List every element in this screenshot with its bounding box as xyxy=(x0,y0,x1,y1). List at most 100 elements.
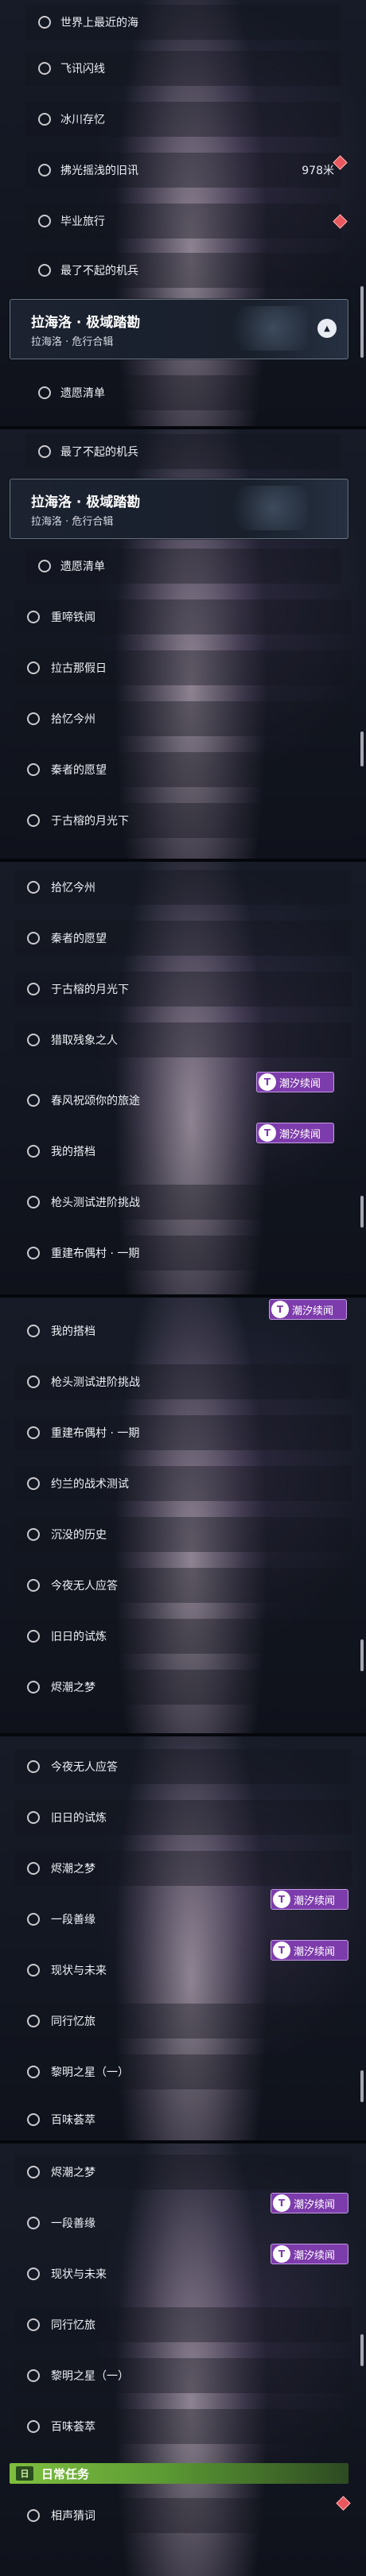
quest-group-header[interactable]: 拉海洛 · 极域踏勘 拉海洛 · 危行合辑 ▲ xyxy=(10,299,348,359)
circle-outline-icon xyxy=(27,2113,40,2126)
quest-label: 拂光摇浅的旧讯 xyxy=(60,165,138,177)
circle-outline-icon xyxy=(27,1094,40,1107)
quest-label: 烬潮之梦 xyxy=(51,2167,95,2179)
quest-item[interactable]: 猎取残象之人 xyxy=(0,1018,366,1062)
quest-label: 旧日的试炼 xyxy=(51,1812,107,1825)
quest-item[interactable]: 百味荟萃 xyxy=(0,2404,366,2449)
circle-outline-icon xyxy=(27,1681,40,1693)
scrollbar-thumb[interactable] xyxy=(360,286,364,358)
quest-item[interactable]: 重建布偶村 · 一期 xyxy=(0,1410,366,1455)
scrollbar-thumb[interactable] xyxy=(360,731,364,766)
scrollbar-thumb[interactable] xyxy=(360,1196,364,1228)
quest-label: 同行忆旅 xyxy=(51,2015,95,2028)
quest-item[interactable]: 旧日的试炼 xyxy=(0,1614,366,1658)
circle-outline-icon xyxy=(27,814,40,827)
quest-item[interactable]: 烬潮之梦 xyxy=(0,2150,366,2194)
quest-item[interactable]: 烬潮之梦 xyxy=(0,1665,366,1709)
circle-outline-icon xyxy=(27,1862,40,1875)
circle-outline-icon xyxy=(27,1426,40,1439)
quest-item[interactable]: 遗愿清单 xyxy=(0,544,366,588)
quest-item[interactable]: 一段善缘 xyxy=(0,2201,366,2245)
quest-label: 重啼铁闻 xyxy=(51,611,95,624)
quest-item[interactable]: 我的搭档 xyxy=(0,1309,366,1353)
circle-outline-icon xyxy=(27,1913,40,1926)
scrollbar-thumb[interactable] xyxy=(360,1639,364,1671)
quest-item[interactable]: 烬潮之梦 xyxy=(0,1846,366,1891)
screen-segment-5: 今夜无人应答 旧日的试炼 烬潮之梦 T 潮汐续闻 一段善缘 T 潮汐续闻 现状与… xyxy=(0,1736,366,2140)
quest-item[interactable]: 最了不起的机兵 xyxy=(0,248,366,293)
quest-label: 烬潮之梦 xyxy=(51,1863,95,1876)
circle-outline-icon xyxy=(27,1964,40,1977)
quest-item[interactable]: 枪头测试进阶挑战 xyxy=(0,1180,366,1224)
quest-label: 今夜无人应答 xyxy=(51,1761,118,1774)
quest-item[interactable]: 重啼铁闻 xyxy=(0,595,366,639)
quest-item[interactable]: 同行忆旅 xyxy=(0,2302,366,2347)
quest-item[interactable]: 今夜无人应答 xyxy=(0,1563,366,1608)
quest-item[interactable]: 枪头测试进阶挑战 xyxy=(0,1360,366,1404)
circle-outline-icon xyxy=(27,1325,40,1337)
quest-item[interactable]: 重建布偶村 · 一期 xyxy=(0,1231,366,1275)
calendar-icon: 日 xyxy=(16,2466,33,2481)
quest-item[interactable]: 世界上最近的海 xyxy=(0,0,366,45)
circle-outline-icon xyxy=(27,1034,40,1046)
quest-item[interactable]: 旧日的试炼 xyxy=(0,1795,366,1840)
quest-item[interactable]: 拉古那假日 xyxy=(0,646,366,690)
quest-label: 约兰的战术测试 xyxy=(51,1478,129,1491)
quest-item[interactable]: 春风祝颂你的旅途 xyxy=(0,1078,366,1123)
circle-outline-icon xyxy=(38,445,51,458)
header-glow xyxy=(220,306,308,351)
quest-label: 秦者的愿望 xyxy=(51,933,107,945)
group-subtitle: 拉海洛 · 危行合辑 xyxy=(31,516,114,528)
quest-item[interactable]: 现状与未来 xyxy=(0,2252,366,2296)
quest-item[interactable]: 秦者的愿望 xyxy=(0,916,366,960)
quest-item[interactable]: 同行忆旅 xyxy=(0,1999,366,2043)
scrollbar-thumb[interactable] xyxy=(360,2334,364,2366)
quest-item[interactable]: 飞讯闪线 xyxy=(0,46,366,91)
quest-label: 于古榕的月光下 xyxy=(51,815,129,828)
quest-item[interactable]: 拂光摇浅的旧讯 978米 xyxy=(0,148,366,192)
circle-outline-icon xyxy=(38,264,51,277)
quest-item[interactable]: 冰川存忆 xyxy=(0,97,366,142)
circle-outline-icon xyxy=(27,2268,40,2280)
quest-item[interactable]: 拾忆今州 xyxy=(0,696,366,741)
quest-item[interactable]: 于古榕的月光下 xyxy=(0,967,366,1011)
quest-item[interactable]: 拾忆今州 xyxy=(0,865,366,910)
chevron-up-icon[interactable]: ▲ xyxy=(317,319,337,338)
scrollbar-thumb[interactable] xyxy=(360,2070,364,2102)
quest-item[interactable]: 黎明之星（一） xyxy=(0,2050,366,2094)
quest-item[interactable]: 于古榕的月光下 xyxy=(0,798,366,843)
quest-label: 现状与未来 xyxy=(51,1965,107,1977)
quest-label: 枪头测试进阶挑战 xyxy=(51,1376,140,1389)
circle-outline-icon xyxy=(27,712,40,725)
circle-outline-icon xyxy=(38,386,51,399)
quest-label: 一段善缘 xyxy=(51,1914,95,1926)
distance-label: 978米 xyxy=(302,165,334,177)
circle-outline-icon xyxy=(27,983,40,995)
quest-item[interactable]: 约兰的战术测试 xyxy=(0,1461,366,1506)
circle-outline-icon xyxy=(27,1811,40,1824)
quest-label: 烬潮之梦 xyxy=(51,1682,95,1694)
quest-label: 相声猜词 xyxy=(51,2510,95,2523)
quest-item[interactable]: 黎明之星（一） xyxy=(0,2353,366,2398)
quest-label: 遗愿清单 xyxy=(60,561,105,573)
circle-outline-icon xyxy=(38,215,51,227)
quest-item[interactable]: 一段善缘 xyxy=(0,1897,366,1942)
circle-outline-icon xyxy=(27,2509,40,2522)
quest-item[interactable]: 百味荟萃 xyxy=(0,2104,366,2136)
quest-item[interactable]: 最了不起的机兵 xyxy=(0,429,366,474)
quest-item[interactable]: 遗愿清单 xyxy=(0,370,366,415)
quest-label: 最了不起的机兵 xyxy=(60,265,138,277)
quest-item[interactable]: 现状与未来 xyxy=(0,1948,366,1992)
circle-outline-icon xyxy=(27,2318,40,2331)
quest-item[interactable]: 秦者的愿望 xyxy=(0,747,366,792)
quest-label: 重建布偶村 · 一期 xyxy=(51,1247,140,1260)
quest-label: 拉古那假日 xyxy=(51,662,107,675)
quest-item[interactable]: 今夜无人应答 xyxy=(0,1744,366,1789)
quest-group-header[interactable]: 拉海洛 · 极域踏勘 拉海洛 · 危行合辑 xyxy=(10,479,348,539)
quest-item[interactable]: 我的搭档 xyxy=(0,1129,366,1174)
quest-item[interactable]: 毕业旅行 xyxy=(0,199,366,243)
quest-label: 猎取残象之人 xyxy=(51,1034,118,1047)
daily-tasks-header[interactable]: 日 日常任务 xyxy=(10,2463,348,2484)
quest-item[interactable]: 相声猜词 xyxy=(0,2493,366,2538)
quest-item[interactable]: 沉没的历史 xyxy=(0,1512,366,1557)
